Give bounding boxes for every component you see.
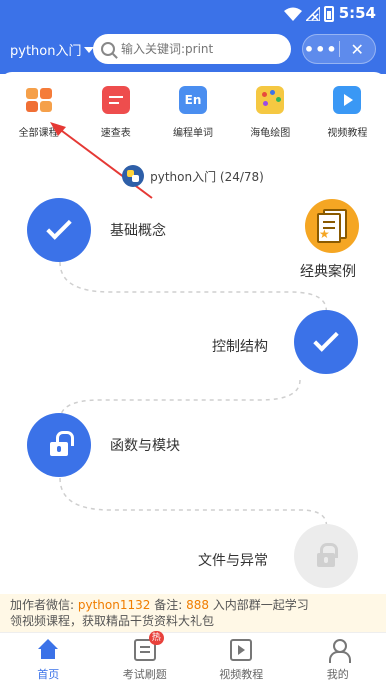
- profile-icon: [327, 639, 351, 663]
- menu-item-programming-words[interactable]: En 编程单词: [154, 72, 231, 150]
- status-bar: 5:54: [0, 0, 386, 28]
- menu-item-video-tutorials[interactable]: 视频教程: [309, 72, 386, 150]
- lesson-node-functions-modules[interactable]: [27, 413, 91, 477]
- promo-text: 加作者微信:: [10, 598, 78, 612]
- promo-line-2: 领视频课程，获取精品干货资料大礼包: [10, 614, 215, 628]
- menu-item-turtle-drawing[interactable]: 海龟绘图: [232, 72, 309, 150]
- search-icon: [101, 42, 115, 56]
- status-icons: [284, 6, 334, 22]
- lesson-node-basic-concepts[interactable]: [27, 198, 91, 262]
- unlock-icon: [50, 431, 74, 456]
- grid-icon: [25, 86, 53, 114]
- nav-item-profile[interactable]: 我的: [290, 633, 386, 686]
- signal-off-icon: [306, 7, 320, 21]
- promo-text: 入内部群一起学习: [208, 598, 309, 612]
- course-title-text: python入门 (24/78): [150, 169, 264, 184]
- course-selector[interactable]: python入门: [10, 40, 95, 59]
- promo-code: 888: [186, 598, 209, 612]
- nav-label: 视频教程: [219, 668, 264, 681]
- menu-item-label: 全部课程: [18, 128, 59, 139]
- python-logo-icon: [122, 165, 145, 187]
- nav-label: 我的: [326, 668, 349, 681]
- course-progress-title: python入门 (24/78): [0, 165, 386, 187]
- menu-item-label: 速查表: [100, 128, 131, 139]
- book-icon: ★: [317, 209, 347, 243]
- palette-icon: [256, 86, 285, 114]
- promo-wechat-id: python1132: [77, 598, 151, 612]
- nav-item-video[interactable]: 视频教程: [193, 633, 290, 686]
- home-icon: [37, 639, 59, 661]
- lesson-label: 基础概念: [110, 223, 166, 239]
- play-icon: [333, 86, 362, 114]
- header-bar: python入门 ••• ✕: [0, 32, 386, 66]
- hot-badge: 热: [148, 631, 164, 645]
- battery-icon: [324, 6, 334, 22]
- quick-menu: 全部课程 速查表 En 编程单词 海龟绘图 视频教程: [0, 72, 386, 150]
- miniprogram-capsule: ••• ✕: [302, 34, 376, 64]
- search-box[interactable]: [93, 34, 291, 64]
- menu-item-label: 海龟绘图: [250, 128, 291, 139]
- promo-banner[interactable]: 加作者微信: python1132 备注: 888 入内部群一起学习 领视频课程…: [0, 594, 386, 632]
- video-icon: [230, 639, 253, 661]
- check-icon: [46, 214, 72, 240]
- lesson-node-classic-cases[interactable]: ★: [305, 199, 359, 253]
- nav-item-home[interactable]: 首页: [0, 633, 97, 686]
- lock-icon: [317, 543, 338, 567]
- promo-line-1: 加作者微信: python1132 备注: 888 入内部群一起学习: [10, 597, 376, 613]
- menu-item-label: 视频教程: [327, 128, 368, 139]
- menu-item-all-courses[interactable]: 全部课程: [0, 72, 77, 150]
- lesson-node-control-structures[interactable]: [294, 310, 358, 374]
- wifi-icon: [284, 7, 302, 21]
- search-input[interactable]: [121, 42, 281, 56]
- lesson-label: 文件与异常: [198, 553, 268, 569]
- en-dictionary-icon: En: [179, 86, 207, 114]
- lesson-node-files-exceptions[interactable]: [294, 524, 358, 588]
- ellipsis-icon[interactable]: •••: [303, 40, 339, 59]
- nav-label: 首页: [37, 668, 60, 681]
- nav-item-exam[interactable]: 热 考试刷题: [97, 631, 194, 686]
- status-time: 5:54: [338, 4, 376, 22]
- close-icon[interactable]: ✕: [339, 40, 375, 59]
- lesson-label: 经典案例: [300, 264, 356, 280]
- bottom-nav: 首页 热 考试刷题 视频教程 我的: [0, 631, 386, 686]
- lesson-label: 控制结构: [212, 339, 268, 355]
- menu-item-label: 编程单词: [173, 128, 213, 139]
- nav-label: 考试刷题: [122, 668, 167, 681]
- promo-text: 备注:: [150, 598, 187, 612]
- top-header-area: 5:54 python入门 ••• ✕: [0, 0, 386, 74]
- lesson-label: 函数与模块: [110, 438, 180, 454]
- course-selector-label: python入门: [10, 44, 82, 59]
- check-icon: [313, 326, 339, 352]
- cheatsheet-icon: [101, 86, 130, 114]
- menu-item-cheatsheet[interactable]: 速查表: [77, 72, 154, 150]
